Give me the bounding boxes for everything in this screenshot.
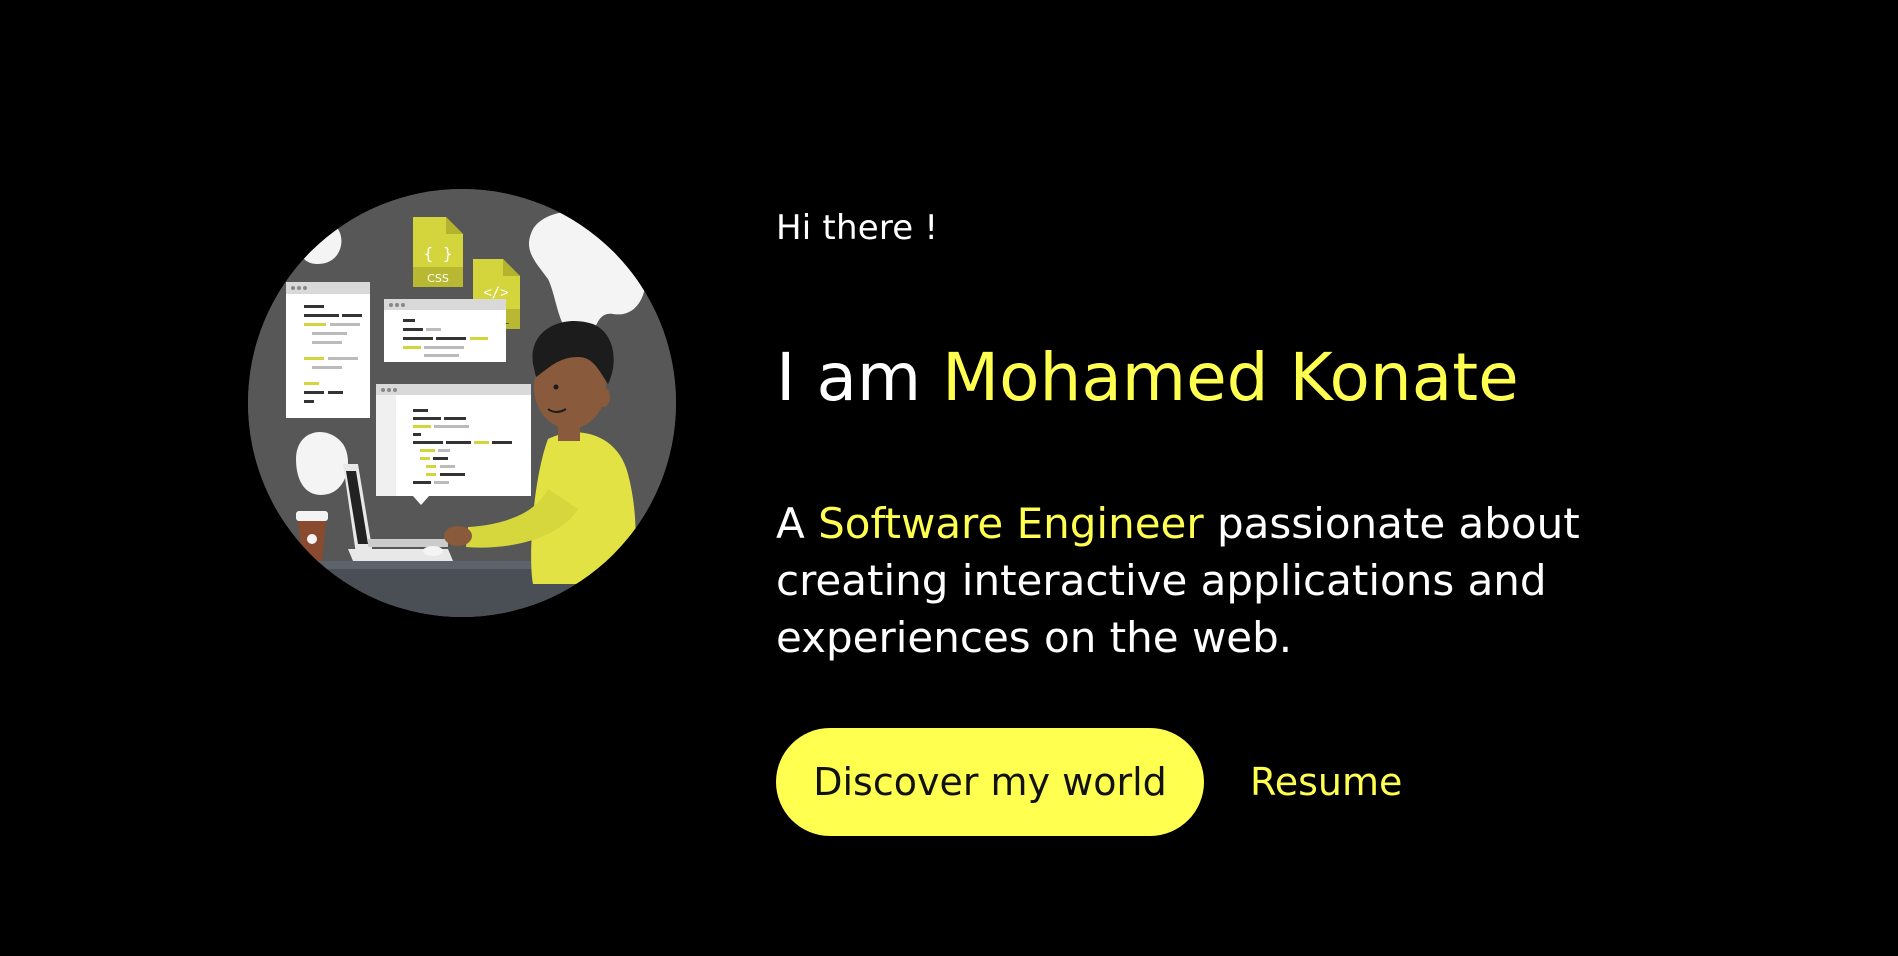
- svg-text:</>: </>: [483, 285, 508, 301]
- discover-button[interactable]: Discover my world: [776, 728, 1204, 836]
- intro-block: Hi there ! I am Mohamed Konate A Softwar…: [776, 200, 1776, 836]
- hero-section: { } CSS </> L: [0, 0, 1898, 956]
- css-file-icon: { } CSS: [413, 217, 463, 287]
- code-window-main: [376, 384, 531, 505]
- headline-prefix: I am: [776, 339, 943, 416]
- author-name: Mohamed Konate: [942, 339, 1519, 416]
- developer-illustration: { } CSS </> L: [248, 189, 676, 617]
- tagline: A Software Engineer passionate about cre…: [776, 495, 1736, 666]
- greeting-text: Hi there !: [776, 208, 939, 248]
- svg-text:{ }: { }: [424, 244, 453, 263]
- role-highlight: Software Engineer: [818, 499, 1204, 548]
- hero-actions: Discover my world Resume: [776, 728, 1402, 836]
- svg-text:CSS: CSS: [427, 272, 449, 285]
- tagline-prefix: A: [776, 499, 819, 548]
- headline: I am Mohamed Konate: [776, 338, 1519, 418]
- code-window-left: [286, 282, 370, 418]
- resume-link[interactable]: Resume: [1250, 760, 1402, 804]
- code-window-middle: [384, 299, 506, 362]
